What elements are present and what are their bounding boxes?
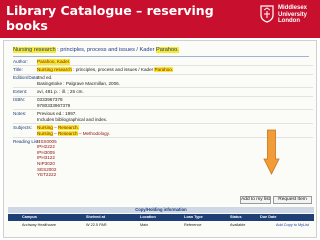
isbn-value-2: 9780333967379 <box>37 102 71 108</box>
column-status: Status <box>230 215 242 219</box>
table-row: Archway Healthcare W 22.5 PAR Main Refer… <box>8 222 314 229</box>
holdings-header: Copy/Holding information <box>8 207 314 213</box>
heading-author: Parahoo. <box>156 47 179 53</box>
heading-middle: : principles, process and issues / Kader <box>55 47 157 53</box>
holdings-columns: Campus Shelved at Location Loan Type Sta… <box>8 214 314 221</box>
add-to-my-list-button[interactable]: Add to my list <box>240 196 271 204</box>
column-due-date: Due Date <box>260 215 277 219</box>
title-label: Title: <box>13 67 23 73</box>
cell-shelved-at: W 22.5 PAR <box>86 223 107 227</box>
logo-line-2: University <box>278 11 308 18</box>
subject-2-keyword: Nursing <box>37 130 53 136</box>
extent-label: Extent: <box>13 89 28 95</box>
logo-line-1: Middlesex <box>278 5 308 11</box>
notes-value-2: Includes bibliographical and index. <box>37 116 108 122</box>
field-author: Author: Parahoo, Kader. <box>13 59 313 65</box>
author-label: Author: <box>13 59 28 64</box>
title-rest: : principles, process and issues / Kader <box>71 67 155 73</box>
field-isbn-2: 9780333967379 <box>13 103 313 109</box>
column-loan-type: Loan Type <box>184 215 203 219</box>
publisher-value: Basingstoke : Palgrave Macmillan, 2006. <box>37 80 120 86</box>
subject-1-keyword: Nursing <box>37 124 53 130</box>
add-copy-link[interactable]: Add Copy to MyList <box>276 222 309 229</box>
cell-campus: Archway Healthcare <box>22 223 56 227</box>
column-location: Location <box>140 215 156 219</box>
column-shelved-at: Shelved at <box>86 215 105 219</box>
record-heading: Nursing research : principles, process a… <box>13 46 309 55</box>
field-publisher: Basingstoke : Palgrave Macmillan, 2006. <box>13 81 313 87</box>
university-logo: Middlesex University London <box>258 2 318 36</box>
field-extent: Extent: xvi, 481 p. : ill. ; 25 cm. <box>13 89 313 95</box>
slide-banner: Library Catalogue – reserving books Midd… <box>0 0 320 38</box>
request-item-button[interactable]: Request Item <box>273 196 312 204</box>
university-crest-icon <box>260 5 274 23</box>
down-arrow-icon <box>263 129 280 175</box>
catalogue-screenshot: Nursing research : principles, process a… <box>3 40 317 238</box>
logo-line-3: London <box>278 18 300 25</box>
subject-link-2[interactable]: Nursing – Research – Methodology. <box>37 130 110 137</box>
subject-1-term: Research. <box>57 124 79 130</box>
column-campus: Campus <box>22 215 37 219</box>
title-keyword: Nursing research <box>37 67 72 73</box>
title-author: Parahoo. <box>154 67 174 73</box>
cell-loan-type: Reference <box>184 223 202 227</box>
cell-status: Available <box>230 223 246 227</box>
reading-list-link[interactable]: YET2222 <box>37 172 56 178</box>
extent-value: xvi, 481 p. : ill. ; 25 cm. <box>37 89 84 95</box>
subject-2-term: Research <box>57 130 78 136</box>
field-notes-2: Includes bibliographical and index. <box>13 117 313 123</box>
field-title: Title: Nursing research : principles, pr… <box>13 67 313 73</box>
logo-text: Middlesex University London <box>278 5 307 25</box>
cell-location: Main <box>140 223 149 227</box>
heading-keyword: Nursing research <box>13 47 56 53</box>
author-link[interactable]: Parahoo, Kader. <box>37 59 71 65</box>
title-value: Nursing research : principles, process a… <box>37 67 174 73</box>
subject-2-rest: – Methodology. <box>77 130 110 136</box>
slide-title: Library Catalogue – reserving books <box>6 3 214 33</box>
heading-divider <box>13 56 309 57</box>
